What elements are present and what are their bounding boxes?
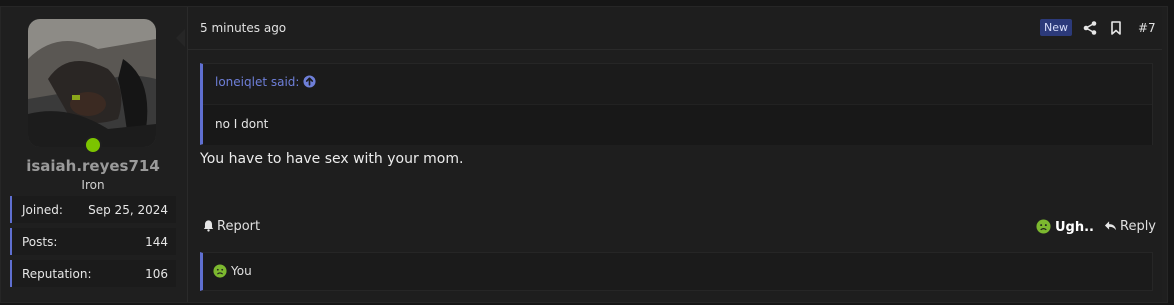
reply-label: Reply — [1120, 219, 1157, 234]
report-button[interactable]: Report — [202, 219, 260, 234]
reactions-summary-text: You — [231, 264, 252, 278]
message-main: 5 minutes ago New #7 loneiqlet said: no … — [187, 7, 1162, 302]
reply-button[interactable]: Reply — [1104, 219, 1156, 234]
quote-header[interactable]: loneiqlet said: — [215, 75, 316, 89]
quote-block: loneiqlet said: no I dont — [200, 63, 1153, 145]
user-panel: isaiah.reyes714 Iron Joined: Sep 25, 202… — [7, 7, 179, 302]
reactions-bar[interactable]: You — [200, 252, 1153, 291]
username[interactable]: isaiah.reyes714 — [7, 157, 179, 175]
quote-body: no I dont — [203, 104, 1152, 145]
avatar[interactable] — [28, 19, 156, 147]
ugh-emoji-icon — [213, 264, 227, 278]
post-number[interactable]: #7 — [1138, 21, 1156, 35]
forum-post: isaiah.reyes714 Iron Joined: Sep 25, 202… — [0, 6, 1168, 303]
user-title: Iron — [81, 178, 105, 192]
bookmark-icon[interactable] — [1108, 20, 1124, 36]
message-text: You have to have sex with your mom. — [200, 151, 464, 167]
message-arrow — [176, 29, 185, 47]
quote-author[interactable]: loneiqlet said: — [215, 75, 299, 89]
message-header: 5 minutes ago New #7 — [188, 7, 1162, 50]
quote-text: no I dont — [215, 117, 269, 131]
share-icon[interactable] — [1082, 20, 1098, 36]
stat-value: 144 — [145, 235, 168, 249]
stat-value: 106 — [145, 267, 168, 281]
reply-icon — [1104, 221, 1117, 231]
stat-label: Joined: — [22, 203, 63, 217]
stat-value: Sep 25, 2024 — [88, 203, 168, 217]
stat-reputation: Reputation: 106 — [10, 260, 176, 287]
ugh-emoji-icon — [1036, 219, 1051, 234]
bell-icon — [203, 220, 214, 232]
post-time[interactable]: 5 minutes ago — [200, 21, 286, 35]
stat-joined: Joined: Sep 25, 2024 — [10, 196, 176, 223]
stat-label: Posts: — [22, 235, 58, 249]
stat-posts: Posts: 144 — [10, 228, 176, 255]
reactions-summary[interactable]: You — [213, 264, 252, 278]
arrow-up-circle-icon[interactable] — [303, 75, 316, 88]
new-badge: New — [1040, 19, 1072, 36]
online-status-indicator — [84, 136, 102, 154]
report-label: Report — [217, 219, 261, 234]
reaction-label: Ugh.. — [1055, 220, 1094, 235]
reaction-button[interactable]: Ugh.. — [1036, 219, 1094, 235]
stat-label: Reputation: — [22, 267, 92, 281]
